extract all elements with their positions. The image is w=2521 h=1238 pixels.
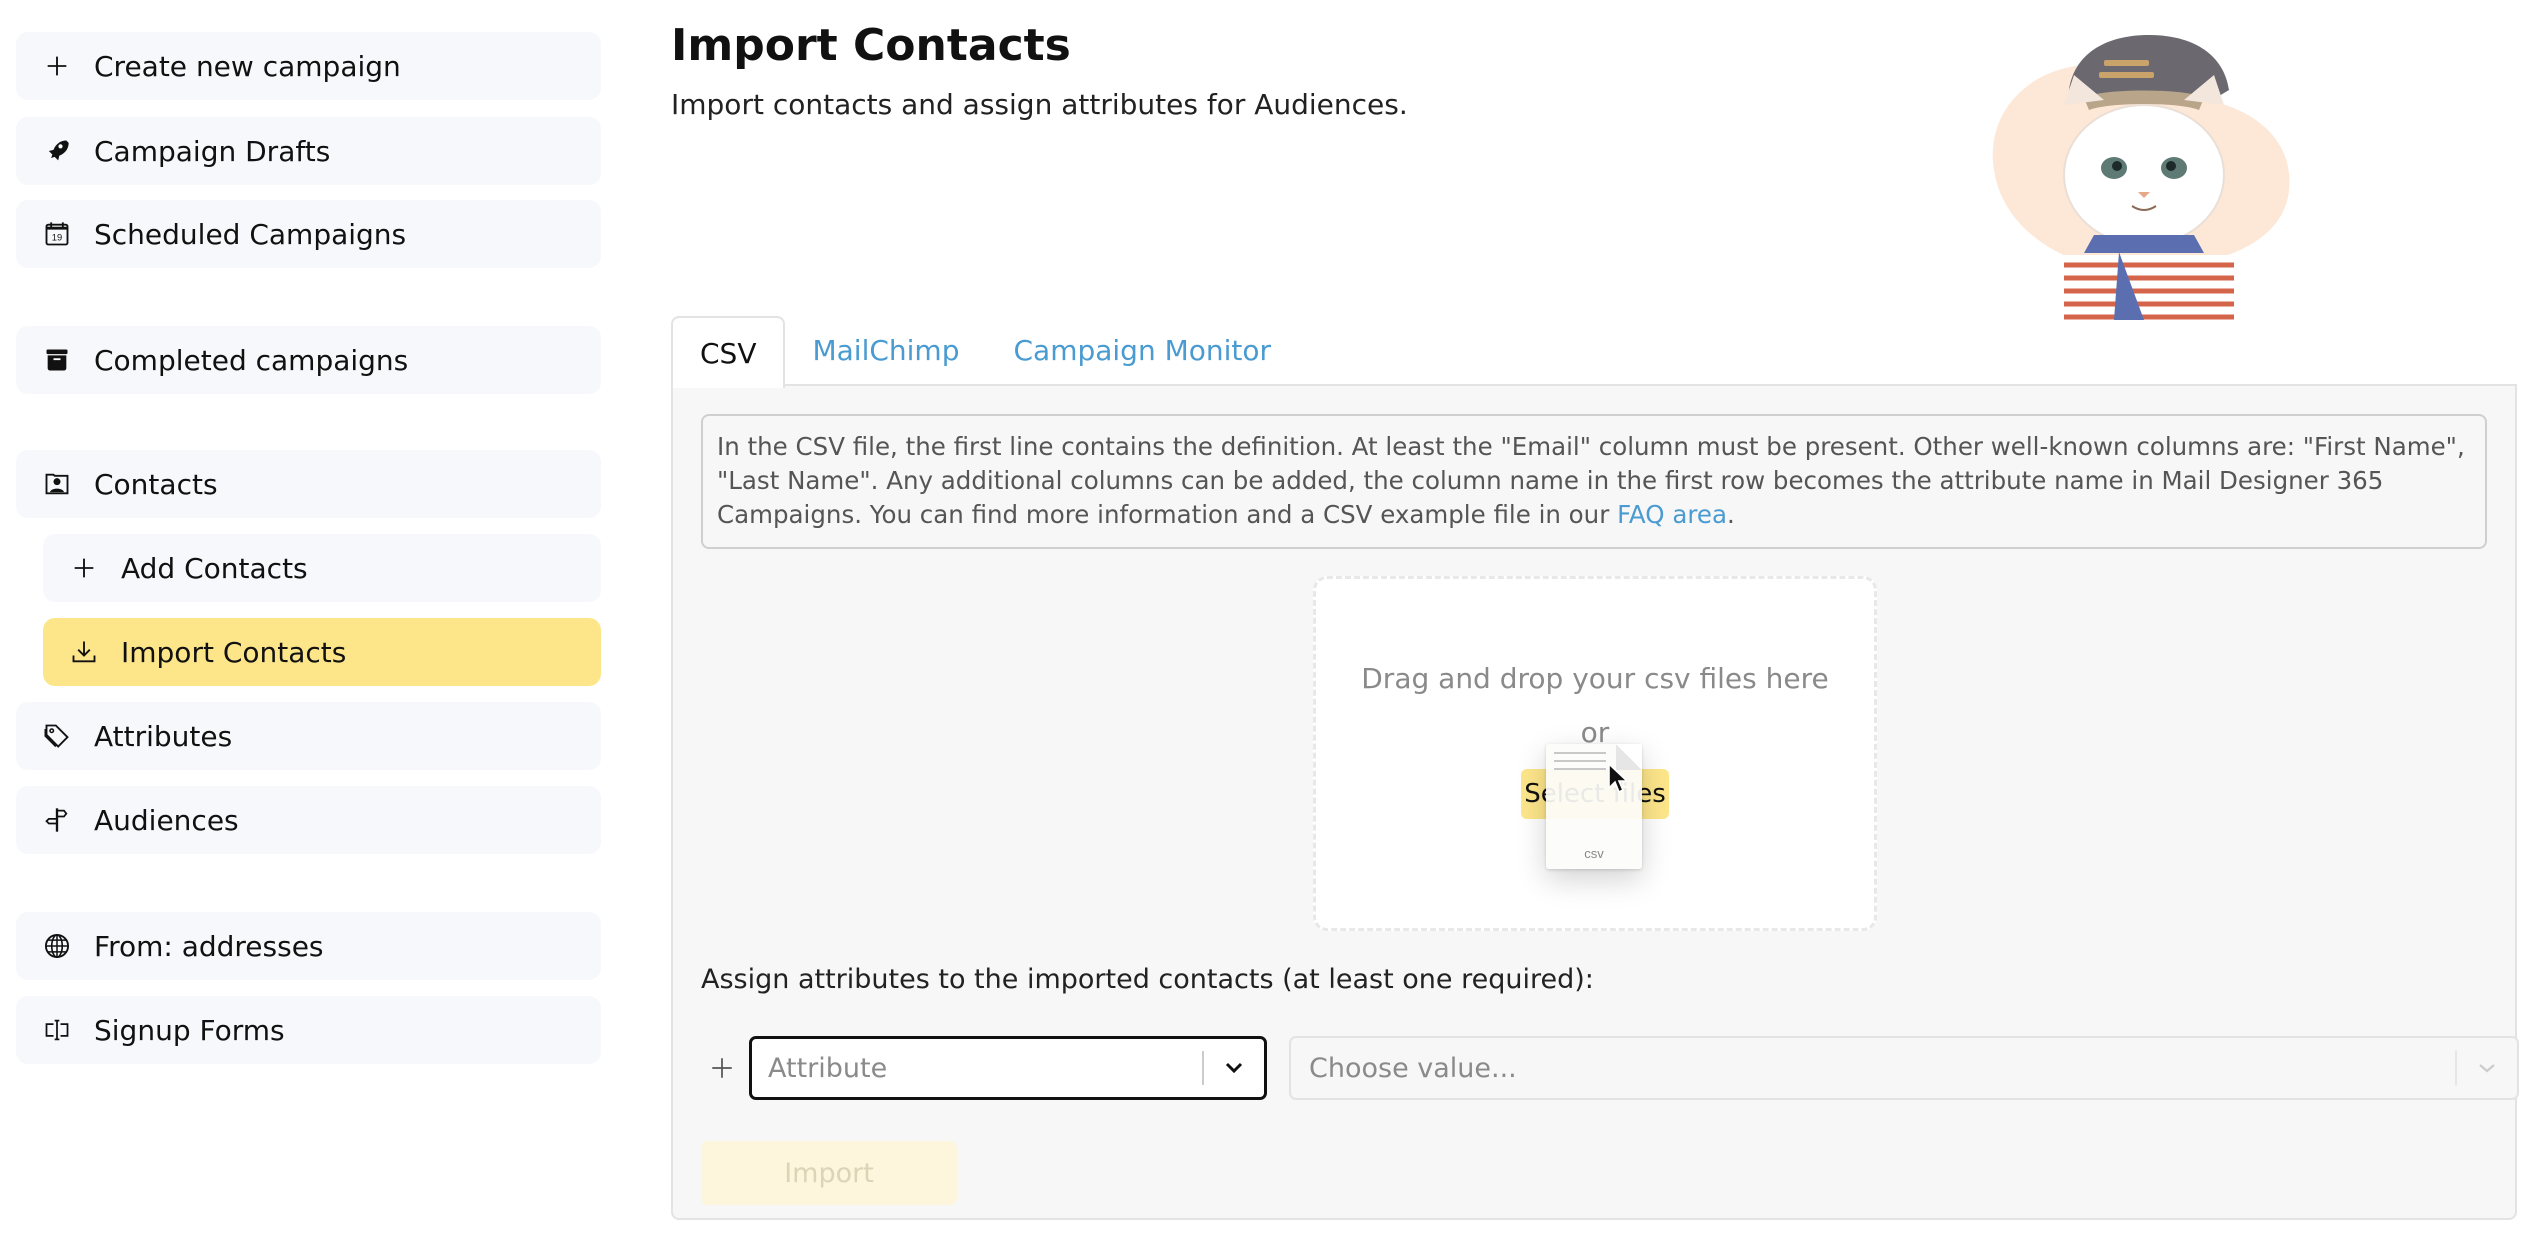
info-text: In the CSV file, the first line contains… [717,432,2465,529]
file-extension-label: csv [1584,846,1604,861]
sidebar-item-contacts[interactable]: Contacts [16,450,601,518]
svg-text:19: 19 [52,232,62,242]
globe-icon [42,931,72,961]
sidebar-item-completed-campaigns[interactable]: Completed campaigns [16,326,601,394]
calendar-icon: 19 [42,219,72,249]
info-text-end: . [1726,500,1735,529]
sidebar-item-campaign-drafts[interactable]: Campaign Drafts [16,117,601,185]
sidebar-item-label: Contacts [94,467,218,501]
sidebar-item-audiences[interactable]: Audiences [16,786,601,854]
attribute-select[interactable]: Attribute [749,1036,1267,1100]
contact-card-icon [42,469,72,499]
sidebar-item-add-contacts[interactable]: Add Contacts [43,534,601,602]
assign-attributes-label: Assign attributes to the imported contac… [701,964,1594,995]
import-button[interactable]: Import [701,1141,957,1205]
sidebar-item-signup-forms[interactable]: Signup Forms [16,996,601,1064]
chevron-down-icon[interactable] [1204,1056,1264,1080]
faq-area-link[interactable]: FAQ area [1617,500,1727,529]
sidebar-item-label: Audiences [94,803,239,837]
chevron-down-icon[interactable] [2457,1056,2517,1080]
page-title: Import Contacts [671,20,1071,71]
rocket-icon [42,136,72,166]
value-select[interactable]: Choose value... [1289,1036,2519,1100]
input-cursor-icon [42,1015,72,1045]
plus-icon [69,553,99,583]
tab-mailchimp[interactable]: MailChimp [785,315,986,386]
plus-icon [42,51,72,81]
sidebar-item-label: Completed campaigns [94,343,409,377]
sidebar-item-create-new-campaign[interactable]: Create new campaign [16,32,601,100]
download-icon [69,637,99,667]
sidebar-item-label: Add Contacts [121,551,308,585]
page-subtitle: Import contacts and assign attributes fo… [671,88,1408,121]
sidebar-item-label: Campaign Drafts [94,134,331,168]
value-select-placeholder: Choose value... [1309,1052,1517,1084]
tab-csv[interactable]: CSV [671,316,786,388]
archive-icon [42,345,72,375]
sidebar-item-label: Create new campaign [94,49,401,83]
sidebar-item-scheduled-campaigns[interactable]: 19 Scheduled Campaigns [16,200,601,268]
cat-mascot-illustration [1954,20,2324,320]
sidebar: Create new campaign Campaign Drafts 19 S… [0,0,620,1238]
csv-tab-panel: In the CSV file, the first line contains… [671,384,2519,1220]
attribute-assignment-row: Attribute Choose value... [701,1036,2519,1100]
sidebar-item-label: From: addresses [94,929,324,963]
csv-info-box: In the CSV file, the first line contains… [701,414,2487,549]
main-content: Import Contacts Import contacts and assi… [671,0,2521,1238]
tab-campaign-monitor[interactable]: Campaign Monitor [986,315,1298,386]
import-source-tabs: CSV MailChimp Campaign Monitor [671,315,1298,388]
signpost-icon [42,805,72,835]
sidebar-item-label: Signup Forms [94,1013,285,1047]
attribute-select-placeholder: Attribute [768,1052,888,1084]
sidebar-item-label: Import Contacts [121,635,347,669]
sidebar-item-label: Scheduled Campaigns [94,217,407,251]
tags-icon [42,721,72,751]
plus-icon [712,1058,732,1078]
csv-dropzone[interactable]: Drag and drop your csv files here or Sel… [1313,576,1877,931]
sidebar-item-from-addresses[interactable]: From: addresses [16,912,601,980]
dropzone-text: Drag and drop your csv files here [1361,662,1829,695]
sidebar-item-import-contacts[interactable]: Import Contacts [43,618,601,686]
sidebar-item-attributes[interactable]: Attributes [16,702,601,770]
add-attribute-button[interactable] [707,1048,737,1088]
mouse-cursor-icon [1608,762,1629,794]
sidebar-item-label: Attributes [94,719,233,753]
